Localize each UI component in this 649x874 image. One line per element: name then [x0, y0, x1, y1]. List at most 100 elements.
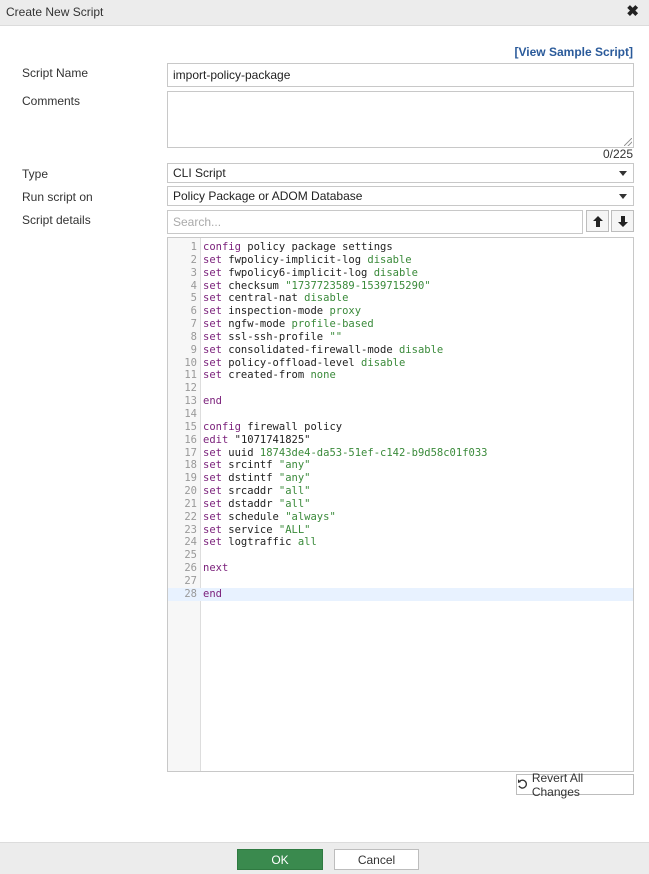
- search-next-button[interactable]: [611, 210, 634, 232]
- code-text: set dstaddr "all": [203, 497, 311, 510]
- run-on-select-value: Policy Package or ADOM Database: [173, 189, 363, 203]
- script-name-label: Script Name: [22, 66, 89, 80]
- code-line: 19 set dstintf "any": [168, 472, 633, 485]
- code-line: 3 set fwpolicy6-implicit-log disable: [168, 267, 633, 280]
- line-number: 21: [184, 497, 197, 510]
- run-on-select[interactable]: Policy Package or ADOM Database: [167, 186, 634, 206]
- line-number: 27: [184, 574, 197, 587]
- line-number: 23: [184, 523, 197, 536]
- code-text: set ssl-ssh-profile "": [203, 330, 343, 343]
- script-details-label: Script details: [22, 213, 91, 227]
- code-line: 28 end: [168, 587, 633, 601]
- code-text: set dstintf "any": [203, 472, 311, 485]
- line-number: 4: [190, 279, 197, 292]
- code-text: config firewall policy: [203, 420, 343, 433]
- line-number: 28: [184, 587, 197, 600]
- code-line: 12: [168, 382, 633, 395]
- line-number: 22: [184, 510, 197, 523]
- line-number: 25: [184, 549, 197, 562]
- code-line: 16 edit "1071741825": [168, 434, 633, 447]
- code-line: 9 set consolidated-firewall-mode disable: [168, 344, 633, 357]
- type-label: Type: [22, 167, 49, 181]
- dialog-title: Create New Script: [6, 5, 104, 19]
- code-text: set uuid 18743de4-da53-51ef-c142-b9d58c0…: [203, 446, 488, 459]
- arrow-up-icon: [592, 215, 603, 227]
- chevron-down-icon: [619, 194, 627, 199]
- arrow-down-icon: [617, 215, 628, 227]
- line-number: 10: [184, 356, 197, 369]
- code-line: 20 set srcaddr "all": [168, 485, 633, 498]
- code-text: set policy-offload-level disable: [203, 356, 406, 369]
- script-name-input[interactable]: import-policy-package: [167, 63, 634, 87]
- code-line: 15 config firewall policy: [168, 421, 633, 434]
- line-number: 18: [184, 459, 197, 472]
- view-sample-script-link[interactable]: [View Sample Script]: [515, 45, 633, 59]
- code-text: set created-from none: [203, 369, 336, 382]
- code-lines: 1 config policy package settings 2 set fwpo…: [168, 241, 633, 601]
- code-text: set srcintf "any": [203, 459, 311, 472]
- code-line: 26 next: [168, 562, 633, 575]
- line-number: 16: [184, 433, 197, 446]
- code-text: set service "ALL": [203, 523, 311, 536]
- undo-icon: [517, 779, 527, 789]
- code-line: 5 set central-nat disable: [168, 292, 633, 305]
- cancel-button[interactable]: Cancel: [334, 849, 419, 870]
- line-number: 20: [184, 485, 197, 498]
- code-line: 23 set service "ALL": [168, 524, 633, 537]
- revert-all-changes-button[interactable]: Revert All Changes: [516, 771, 634, 799]
- code-line: 25: [168, 549, 633, 562]
- code-line: 8 set ssl-ssh-profile "": [168, 331, 633, 344]
- code-text: set logtraffic all: [203, 536, 317, 549]
- code-text: end: [203, 587, 222, 600]
- search-previous-button[interactable]: [586, 210, 609, 232]
- code-text: set srcaddr "all": [203, 485, 311, 498]
- code-text: next: [203, 562, 229, 575]
- code-line: 17 set uuid 18743de4-da53-51ef-c142-b9d58…: [168, 447, 633, 460]
- code-line: 7 set ngfw-mode profile-based: [168, 318, 633, 331]
- line-number: 19: [184, 472, 197, 485]
- close-icon[interactable]: ✖: [626, 4, 639, 20]
- code-text: config policy package settings: [203, 241, 393, 253]
- resize-grip-icon[interactable]: [624, 138, 632, 146]
- code-line: 11 set created-from none: [168, 369, 633, 382]
- line-number: 15: [184, 420, 197, 433]
- type-select[interactable]: CLI Script: [167, 163, 634, 183]
- search-input[interactable]: [167, 210, 583, 234]
- dialog-footer: [0, 842, 649, 874]
- line-number: 2: [190, 253, 197, 266]
- script-editor[interactable]: 1 config policy package settings 2 set fwpo…: [167, 237, 634, 772]
- code-text: set central-nat disable: [203, 292, 349, 305]
- code-line: 27: [168, 575, 633, 588]
- code-text: set inspection-mode proxy: [203, 305, 362, 318]
- line-number: 6: [190, 305, 197, 318]
- code-text: set ngfw-mode profile-based: [203, 318, 374, 331]
- code-line: 4 set checksum "1737723589-1539715290": [168, 280, 633, 293]
- line-number: 5: [190, 292, 197, 305]
- run-on-label: Run script on: [22, 190, 93, 204]
- comments-textarea[interactable]: [167, 91, 634, 148]
- code-line: 1 config policy package settings: [168, 241, 633, 254]
- line-number: 3: [190, 266, 197, 279]
- code-text: set fwpolicy-implicit-log disable: [203, 253, 412, 266]
- code-line: 24 set logtraffic all: [168, 536, 633, 549]
- code-text: set fwpolicy6-implicit-log disable: [203, 266, 418, 279]
- line-number: 8: [190, 330, 197, 343]
- code-text: set checksum "1737723589-1539715290": [203, 279, 431, 292]
- dialog-titlebar: Create New Script ✖: [0, 0, 649, 26]
- code-text: end: [203, 395, 222, 408]
- comments-label: Comments: [22, 94, 81, 108]
- code-text: set consolidated-firewall-mode disable: [203, 343, 444, 356]
- line-number: 11: [184, 369, 197, 382]
- code-line: 14: [168, 408, 633, 421]
- code-line: 2 set fwpolicy-implicit-log disable: [168, 254, 633, 267]
- code-line: 18 set srcintf "any": [168, 459, 633, 472]
- code-text: set schedule "always": [203, 510, 336, 523]
- type-select-value: CLI Script: [173, 166, 226, 180]
- line-number: 1: [190, 241, 197, 253]
- line-number: 14: [184, 407, 197, 420]
- line-number: 17: [184, 446, 197, 459]
- code-line: 10 set policy-offload-level disable: [168, 357, 633, 370]
- code-line: 6 set inspection-mode proxy: [168, 305, 633, 318]
- line-number: 24: [184, 536, 197, 549]
- ok-button[interactable]: OK: [237, 849, 323, 870]
